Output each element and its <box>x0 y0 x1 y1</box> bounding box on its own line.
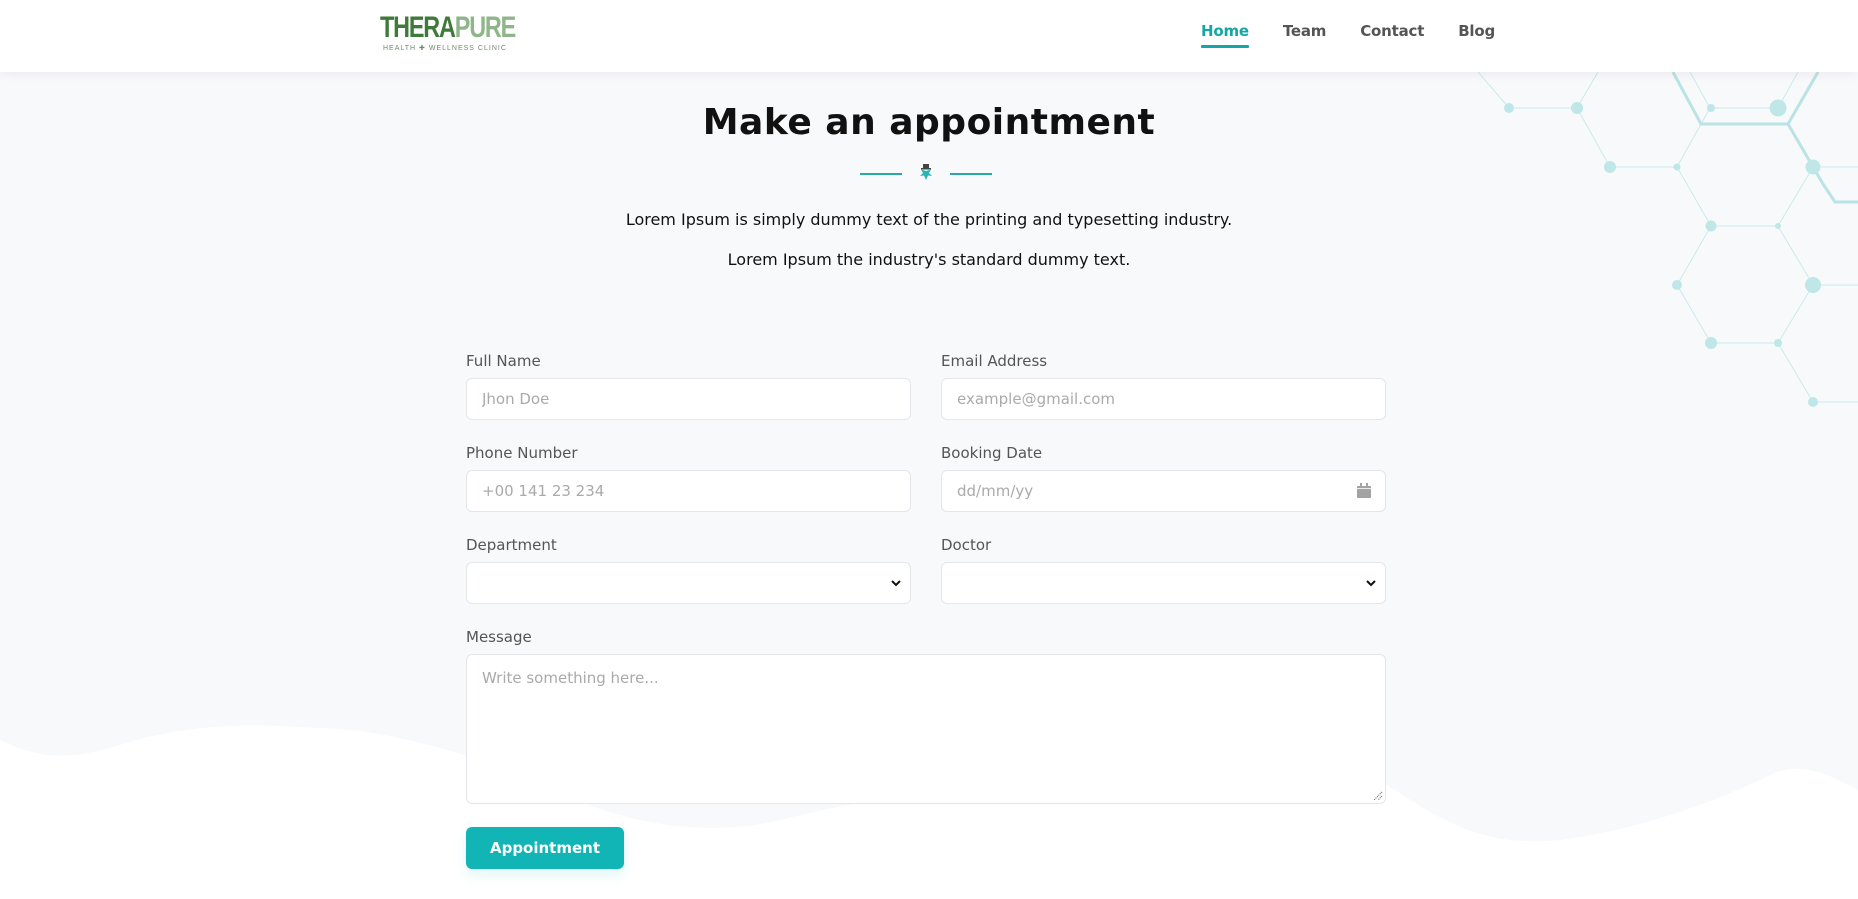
booking-date-label: Booking Date <box>941 444 1043 462</box>
email-field: Email Address <box>941 352 1386 420</box>
department-label: Department <box>466 536 557 554</box>
full-name-label: Full Name <box>466 352 541 370</box>
subtitle-1: Lorem Ipsum is simply dummy text of the … <box>625 210 1233 229</box>
message-label: Message <box>466 628 532 646</box>
email-input[interactable] <box>957 390 1385 408</box>
divider-line-left <box>860 173 902 175</box>
logo-tagline: HEALTH ✚ WELLNESS CLINIC <box>383 45 507 52</box>
booking-date-field: Booking Date <box>941 444 1386 512</box>
nav-blog[interactable]: Blog <box>1458 22 1495 48</box>
full-name-field: Full Name <box>466 352 911 420</box>
message-field: Message <box>466 628 1386 804</box>
chevron-down-icon <box>891 580 901 587</box>
medical-logo-icon <box>920 164 932 180</box>
department-field: Department <box>466 536 911 604</box>
logo-wordmark: THERAPURE <box>380 11 516 44</box>
full-name-input[interactable] <box>482 390 910 408</box>
nav-contact[interactable]: Contact <box>1360 22 1424 48</box>
email-label: Email Address <box>941 352 1048 370</box>
title-divider <box>860 163 992 185</box>
doctor-label: Doctor <box>941 536 992 554</box>
calendar-icon[interactable] <box>1357 483 1371 498</box>
booking-date-input[interactable] <box>957 482 1385 500</box>
department-select[interactable] <box>466 562 911 604</box>
doctor-field: Doctor <box>941 536 1386 604</box>
appointment-submit-button[interactable]: Appointment <box>466 827 624 869</box>
phone-input[interactable] <box>482 482 910 500</box>
message-textarea[interactable] <box>482 669 1370 789</box>
page-title: Make an appointment <box>702 102 1156 143</box>
main-nav: Home Team Contact Blog <box>1201 22 1529 48</box>
phone-field: Phone Number <box>466 444 911 512</box>
nav-home[interactable]: Home <box>1201 22 1249 48</box>
nav-team[interactable]: Team <box>1283 22 1327 48</box>
doctor-select[interactable] <box>941 562 1386 604</box>
phone-label: Phone Number <box>466 444 578 462</box>
chevron-down-icon <box>1366 580 1376 587</box>
site-header: THERAPURE HEALTH ✚ WELLNESS CLINIC Home … <box>0 0 1858 72</box>
divider-line-right <box>950 173 992 175</box>
therapure-logo[interactable]: THERAPURE HEALTH ✚ WELLNESS CLINIC <box>380 11 516 53</box>
resize-handle-icon[interactable] <box>1373 791 1383 801</box>
subtitle-2: Lorem Ipsum the industry's standard dumm… <box>727 250 1131 269</box>
